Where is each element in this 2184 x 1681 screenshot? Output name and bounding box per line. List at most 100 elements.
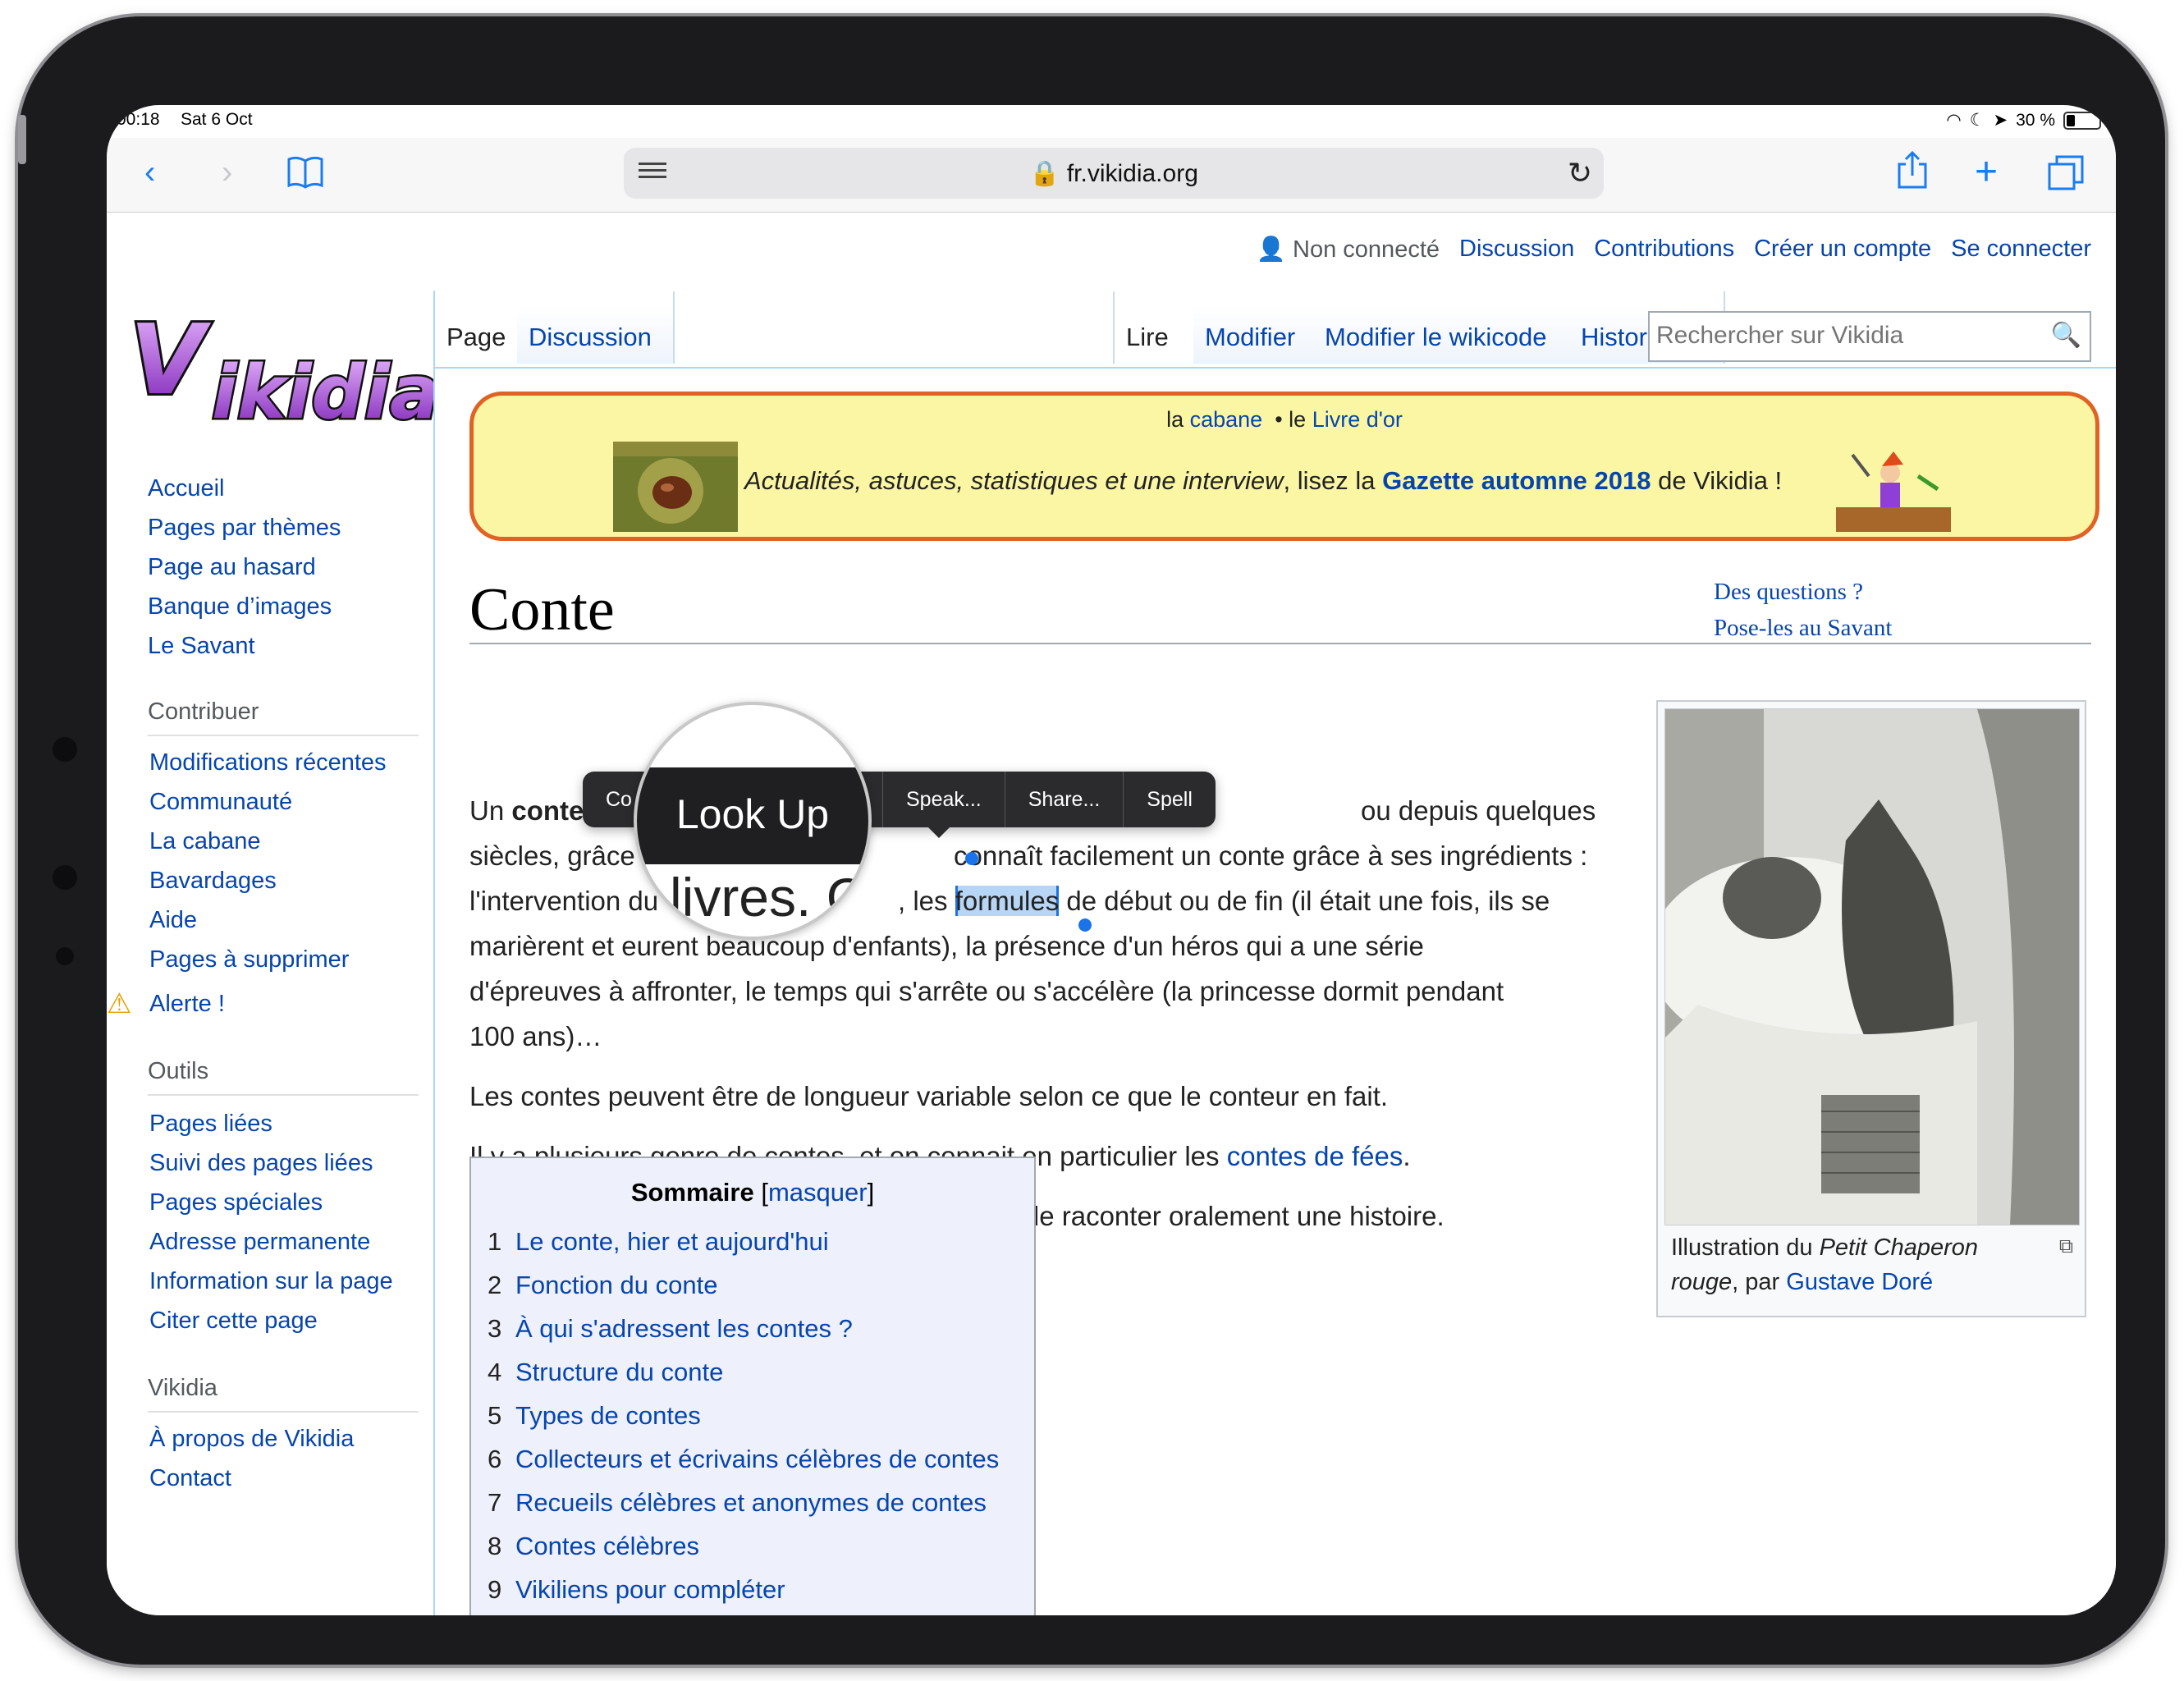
forward-icon[interactable]: ›: [222, 156, 232, 189]
banner-link-gazette[interactable]: Gazette automne 2018: [1382, 466, 1651, 495]
paragraph-line: marièrent et eurent beaucoup d'enfants),…: [469, 931, 1424, 961]
bookmarks-icon[interactable]: [286, 156, 325, 195]
new-tab-icon[interactable]: +: [1975, 153, 1998, 192]
toc-toggle[interactable]: masquer: [768, 1178, 868, 1207]
toc-link[interactable]: Collecteurs et écrivains célèbres de con…: [515, 1445, 999, 1473]
toc-link[interactable]: À qui s'adressent les contes ?: [515, 1314, 853, 1343]
toc-num: 3: [488, 1314, 502, 1343]
link-login[interactable]: Se connecter: [1951, 236, 2091, 263]
selection-end-handle[interactable]: [1078, 918, 1092, 932]
link-contes-de-fees[interactable]: contes de fées: [1227, 1141, 1403, 1171]
content-border: [435, 367, 2116, 369]
toc-item[interactable]: 8 Contes célèbres: [488, 1532, 699, 1561]
svg-text:ikidia: ikidia: [212, 350, 435, 434]
sidebar-item-linked-pages[interactable]: Pages liées: [149, 1111, 272, 1138]
toc-title-text: Sommaire: [630, 1178, 754, 1207]
toc-link[interactable]: Structure du conte: [515, 1358, 723, 1386]
link-create-account[interactable]: Créer un compte: [1754, 236, 1931, 263]
enlarge-icon[interactable]: ⧉: [2059, 1235, 2073, 1258]
toc-link[interactable]: Fonction du conte: [515, 1271, 717, 1299]
toc-num: 5: [488, 1401, 502, 1430]
banner-link-livre[interactable]: Livre d'or: [1312, 407, 1403, 432]
callout-speak-button[interactable]: Speak...: [883, 772, 1005, 827]
sidebar-item-cabane[interactable]: La cabane: [149, 828, 260, 855]
paragraph-line: d'épreuves à affronter, le temps qui s'a…: [469, 976, 1504, 1006]
tab-page[interactable]: Page: [435, 291, 519, 364]
sidebar-item-cite[interactable]: Citer cette page: [149, 1308, 318, 1335]
sidebar-item-bavardages[interactable]: Bavardages: [149, 868, 277, 895]
reload-icon[interactable]: ↻: [1568, 156, 1592, 190]
savant-link-questions[interactable]: Des questions ?: [1714, 574, 1892, 610]
status-date: Sat 6 Oct: [181, 110, 253, 129]
sidebar-item-delete-pages[interactable]: Pages à supprimer: [149, 946, 349, 973]
toc-item[interactable]: 4 Structure du conte: [488, 1358, 723, 1387]
savant-link-ask[interactable]: Pose-les au Savant: [1714, 610, 1892, 646]
tab-edit[interactable]: Modifier: [1193, 291, 1315, 364]
sidebar-item-accueil[interactable]: Accueil: [148, 475, 225, 502]
status-time: 00:18: [117, 110, 160, 129]
divider: [148, 735, 419, 736]
sidebar-item-recent-changes[interactable]: Modifications récentes: [149, 749, 387, 776]
infobox-caption: Illustration du Petit Chaperon rouge, pa…: [1671, 1230, 2040, 1299]
toc-link[interactable]: Recueils célèbres et anonymes de contes: [515, 1488, 987, 1517]
text: de début ou de fin (il était une fois, i…: [1066, 886, 1550, 916]
toc-item[interactable]: 3 À qui s'adressent les contes ?: [488, 1314, 853, 1344]
banner-link-cabane[interactable]: cabane: [1190, 407, 1263, 432]
illustration-image[interactable]: [1664, 708, 2080, 1225]
tab-discussion[interactable]: Discussion: [517, 291, 675, 364]
toc-item[interactable]: 6 Collecteurs et écrivains célèbres de co…: [488, 1445, 999, 1474]
sidebar-item-contact[interactable]: Contact: [149, 1465, 231, 1492]
volume-button: [18, 115, 26, 164]
callout-spell-button[interactable]: Spell: [1124, 772, 1216, 827]
tabs-icon[interactable]: [2047, 154, 2085, 198]
sidebar-item-community[interactable]: Communauté: [149, 789, 292, 816]
sidebar-border: [433, 291, 435, 1615]
url-domain: fr.vikidia.org: [1066, 160, 1198, 187]
sidebar-item-random[interactable]: Page au hasard: [148, 554, 316, 581]
toc-link[interactable]: Le conte, hier et aujourd'hui: [515, 1227, 829, 1256]
text: connaît facilement un conte grâce à ses …: [954, 840, 1588, 871]
banner-mascot-image: [1836, 451, 1951, 532]
sidebar-item-linked-changes[interactable]: Suivi des pages liées: [149, 1150, 373, 1177]
toc-item[interactable]: 1 Le conte, hier et aujourd'hui: [488, 1227, 829, 1257]
search-icon[interactable]: 🔍: [2051, 321, 2081, 350]
sidebar-item-savant[interactable]: Le Savant: [148, 633, 255, 660]
tab-edit-source[interactable]: Modifier le wikicode: [1313, 291, 1571, 364]
sidebar-item-help[interactable]: Aide: [149, 907, 197, 934]
search-input[interactable]: [1650, 313, 2035, 359]
sidebar-item-about[interactable]: À propos de Vikidia: [149, 1426, 354, 1453]
sidebar-item-special-pages[interactable]: Pages spéciales: [149, 1189, 323, 1216]
selected-word[interactable]: formules: [955, 886, 1060, 916]
toc-item[interactable]: 2 Fonction du conte: [488, 1271, 717, 1300]
link-contributions[interactable]: Contributions: [1594, 236, 1734, 263]
toc-item[interactable]: 7 Recueils célèbres et anonymes de contes: [488, 1488, 987, 1518]
browser-toolbar: ‹ › 🔒 fr.vikidia.org ↻ +: [107, 138, 2116, 213]
toc-item[interactable]: 5 Types de contes: [488, 1401, 701, 1431]
toc-item[interactable]: 9 Vikiliens pour compléter: [488, 1575, 785, 1605]
sidebar-item-alert[interactable]: Alerte !: [149, 991, 225, 1018]
sidebar-item-images[interactable]: Banque d’images: [148, 593, 332, 621]
tab-read[interactable]: Lire: [1113, 291, 1197, 364]
paragraph-line: 100 ans)…: [469, 1021, 602, 1051]
address-bar[interactable]: 🔒 fr.vikidia.org ↻: [624, 148, 1604, 199]
link-discussion[interactable]: Discussion: [1459, 236, 1574, 263]
toc-num: 8: [488, 1532, 502, 1560]
loupe-magnified-text: livres. C: [670, 867, 866, 928]
callout-share-button[interactable]: Share...: [1005, 772, 1124, 827]
selection-start-handle[interactable]: [965, 852, 978, 865]
toc-link[interactable]: Vikiliens pour compléter: [515, 1575, 785, 1604]
link-gustave-dore[interactable]: Gustave Doré: [1786, 1269, 1933, 1295]
sensor-dot: [56, 947, 74, 965]
user-status: 👤 Non connecté: [1256, 236, 1440, 263]
battery-percent: 30 %: [2016, 110, 2055, 130]
sidebar-item-page-info[interactable]: Information sur la page: [149, 1268, 393, 1295]
back-icon[interactable]: ‹: [144, 156, 155, 189]
look-up-button[interactable]: Look Up: [637, 790, 868, 838]
toc-link[interactable]: Contes célèbres: [515, 1532, 699, 1560]
sidebar-item-permalink[interactable]: Adresse permanente: [149, 1229, 370, 1256]
sidebar-item-themes[interactable]: Pages par thèmes: [148, 515, 341, 542]
vikidia-logo[interactable]: V ikidia: [123, 295, 435, 434]
share-icon[interactable]: [1896, 149, 1929, 196]
toc-link[interactable]: Types de contes: [515, 1401, 701, 1430]
banner-text: • le: [1275, 407, 1307, 432]
